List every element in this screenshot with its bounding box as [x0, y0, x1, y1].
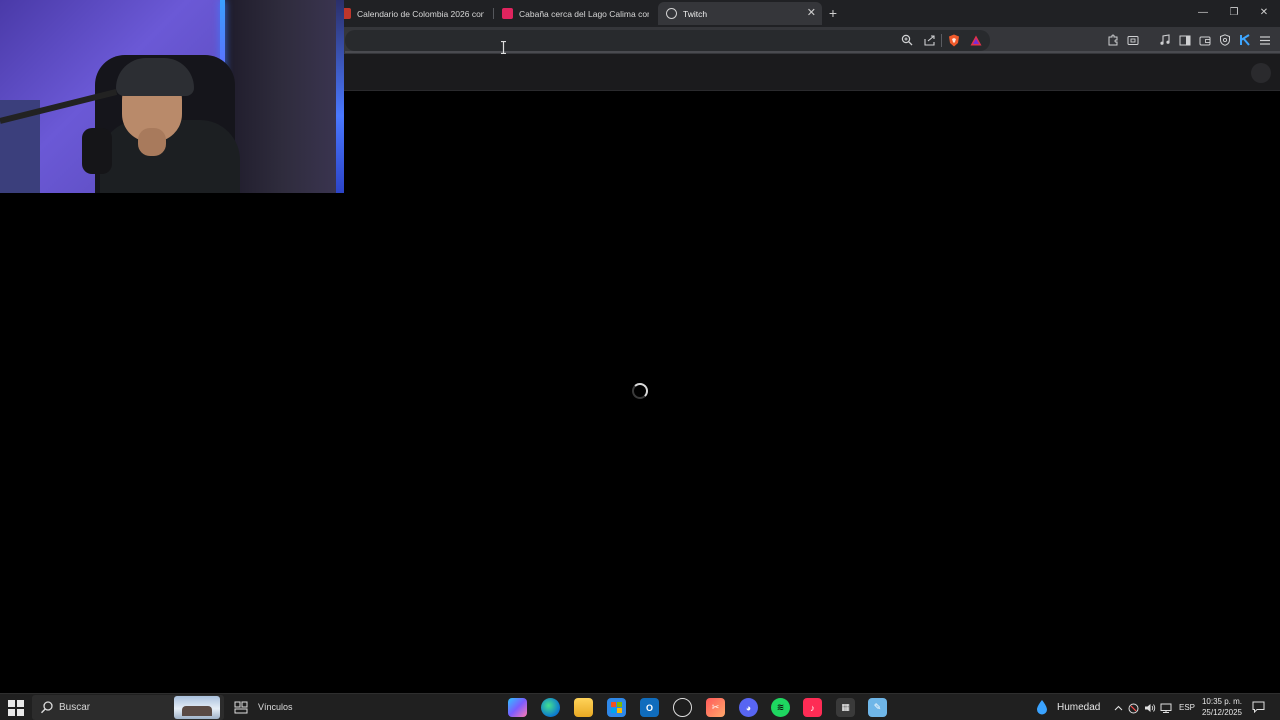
calculator-icon[interactable]: ▦	[836, 698, 855, 717]
taskbar-search[interactable]: Buscar	[32, 695, 224, 720]
restore-button[interactable]: ❐	[1226, 6, 1242, 20]
edge-icon[interactable]	[541, 698, 560, 717]
humidity-icon[interactable]	[1034, 699, 1050, 716]
input-language[interactable]: ESP	[1179, 703, 1195, 712]
streamer-cap	[116, 58, 194, 96]
webcam-overlay	[0, 0, 344, 193]
address-bar[interactable]	[345, 30, 990, 51]
clock[interactable]: 10:35 p. m. 25/12/2025	[1200, 696, 1244, 718]
file-explorer-icon[interactable]	[574, 698, 593, 717]
toolbar-divider	[941, 34, 942, 47]
task-view-icon[interactable]	[234, 701, 248, 714]
network-icon[interactable]	[1160, 702, 1172, 714]
obs-studio-icon[interactable]	[673, 698, 692, 717]
streamer-hand	[138, 128, 166, 156]
tab-title: Calendario de Colombia 2026 con Fe	[357, 8, 484, 19]
weather-label[interactable]: Humedad	[1057, 702, 1100, 713]
tab-cabana[interactable]: Cabaña cerca del Lago Calima con in	[502, 2, 649, 25]
snipping-tool-icon[interactable]: ✂	[706, 698, 725, 717]
notifications-icon[interactable]	[1252, 701, 1265, 713]
menu-icon[interactable]	[1258, 33, 1272, 47]
search-icon	[41, 701, 53, 714]
brave-rewards-icon[interactable]	[969, 33, 983, 47]
loading-spinner-icon	[632, 383, 648, 399]
outlook-icon[interactable]: O	[640, 698, 659, 717]
tab-title: Twitch	[683, 8, 708, 19]
tab-twitch[interactable]: Twitch ✕	[658, 2, 822, 25]
zoom-icon[interactable]	[900, 33, 914, 47]
spotify-icon[interactable]: ≋	[771, 698, 790, 717]
extensions-icon[interactable]	[1106, 33, 1120, 47]
vpn-icon[interactable]	[1218, 33, 1232, 47]
close-window-button[interactable]: ✕	[1256, 6, 1272, 20]
screenshot-icon[interactable]	[1126, 33, 1140, 47]
sidebar-icon[interactable]	[1178, 33, 1192, 47]
microsoft-store-icon[interactable]	[607, 698, 626, 717]
tab-title: Cabaña cerca del Lago Calima con in	[519, 8, 649, 19]
led-strip	[336, 0, 344, 193]
tab-calendario[interactable]: Calendario de Colombia 2026 con Fe	[340, 2, 484, 25]
clock-time: 10:35 p. m.	[1201, 697, 1243, 706]
volume-icon[interactable]	[1144, 702, 1156, 714]
search-placeholder: Buscar	[59, 702, 91, 713]
windows-taskbar: Buscar Vínculos O ✂ ◕ ≋ ♪ ▦ ✎ Humedad ES…	[0, 693, 1280, 720]
media-icon[interactable]	[1158, 33, 1172, 47]
tray-app-icon[interactable]	[1127, 702, 1139, 714]
links-toolbar-label[interactable]: Vínculos	[258, 702, 293, 712]
notepad-icon[interactable]: ✎	[868, 698, 887, 717]
page-load-progress-track	[345, 51, 1280, 53]
new-tab-button[interactable]: +	[826, 5, 840, 21]
brave-shields-icon[interactable]	[947, 33, 961, 47]
wallet-icon[interactable]	[1198, 33, 1212, 47]
tab-divider	[493, 8, 494, 19]
extension-k-icon[interactable]	[1238, 33, 1252, 47]
search-highlight-image[interactable]	[174, 696, 220, 719]
tiktok-icon[interactable]: ♪	[803, 698, 822, 717]
user-avatar[interactable]	[1251, 63, 1271, 83]
minimize-button[interactable]: —	[1195, 6, 1211, 20]
discord-icon[interactable]: ◕	[739, 698, 758, 717]
clock-date: 25/12/2025	[1201, 708, 1243, 717]
twitch-favicon-icon	[666, 8, 677, 19]
share-icon[interactable]	[923, 33, 937, 47]
webcam-background	[222, 0, 344, 193]
microphone	[82, 128, 112, 174]
text-cursor-icon	[501, 41, 506, 54]
copilot-icon[interactable]	[508, 698, 527, 717]
chevron-up-icon[interactable]	[1112, 702, 1124, 714]
tab-close-icon[interactable]: ✕	[807, 7, 816, 19]
windows-start-icon[interactable]	[8, 700, 24, 716]
airbnb-favicon-icon	[502, 8, 513, 19]
